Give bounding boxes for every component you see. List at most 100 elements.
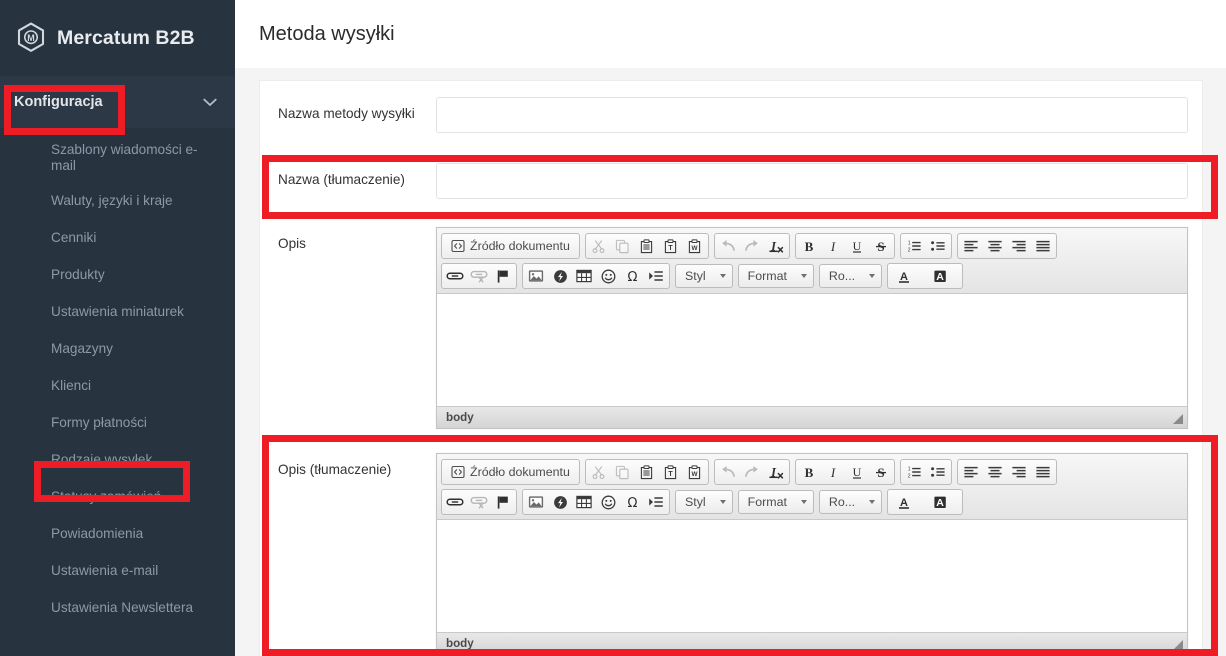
flash-button[interactable]	[548, 265, 572, 287]
toolbar-group-links	[441, 263, 517, 289]
sidebar-group-konfiguracja[interactable]: Konfiguracja	[0, 76, 235, 128]
cut-button-2[interactable]	[587, 461, 611, 483]
flash-button-2[interactable]	[548, 491, 572, 513]
sidebar-item-waluty-jezyki-kraje[interactable]: Waluty, języki i kraje	[0, 182, 235, 219]
font-size-combo[interactable]: Ro...	[818, 264, 883, 288]
align-center-button[interactable]	[983, 235, 1007, 257]
sidebar-item-klienci[interactable]: Klienci	[0, 367, 235, 404]
undo-button-2[interactable]	[716, 461, 740, 483]
sidebar-item-ustawienia-email[interactable]: Ustawienia e-mail	[0, 552, 235, 589]
toolbar2-group-clipboard: T W	[584, 459, 709, 485]
anchor-button[interactable]	[491, 265, 515, 287]
svg-text:U: U	[853, 239, 862, 253]
table-button-2[interactable]	[572, 491, 596, 513]
underline-button-2[interactable]: U	[845, 461, 869, 483]
image-button[interactable]	[524, 265, 548, 287]
align-right-button-2[interactable]	[1007, 461, 1031, 483]
sidebar-item-ustawienia-newslettera[interactable]: Ustawienia Newslettera	[0, 589, 235, 626]
sidebar-item-rodzaje-wysylek[interactable]: Rodzaje wysyłek	[0, 441, 235, 478]
resize-grip-icon[interactable]	[1170, 411, 1184, 425]
svg-text:1: 1	[908, 467, 911, 473]
sidebar-item-ustawienia-miniaturek[interactable]: Ustawienia miniaturek	[0, 293, 235, 330]
strikethrough-button-2[interactable]: S	[869, 461, 893, 483]
align-justify-button-2[interactable]	[1031, 461, 1055, 483]
paste-word-button[interactable]: W	[683, 235, 707, 257]
copy-button-2[interactable]	[611, 461, 635, 483]
redo-button[interactable]	[740, 235, 764, 257]
bold-button-2[interactable]: B	[797, 461, 821, 483]
text-color-button-2[interactable]: A	[889, 491, 925, 513]
sidebar-item-szablony-wiadomosci-email[interactable]: Szablony wiadomości e-mail	[0, 134, 235, 182]
brand[interactable]: M Mercatum B2B	[0, 0, 235, 76]
style-combo-2[interactable]: Styl	[675, 490, 733, 514]
format-combo-2[interactable]: Format	[737, 490, 814, 514]
numbered-list-button[interactable]: 12	[902, 235, 926, 257]
editor-toolbar-opis-tlumaczenie: Źródło dokumentu T W I B I U S 1 2 Ω Sty…	[437, 454, 1187, 520]
sidebar-item-statusy-zamowien[interactable]: Statusy zamówień	[0, 478, 235, 515]
align-center-button-2[interactable]	[983, 461, 1007, 483]
toolbar2-group-colors: A A	[887, 489, 964, 515]
numbered-list-button-2[interactable]: 12	[902, 461, 926, 483]
unlink-button[interactable]	[467, 265, 491, 287]
unlink-button-2[interactable]	[467, 491, 491, 513]
nazwa-tlumaczenie-input[interactable]	[436, 163, 1188, 199]
smiley-button-2[interactable]	[596, 491, 620, 513]
editor-content-opis[interactable]	[437, 294, 1187, 406]
special-char-button[interactable]: Ω	[620, 265, 644, 287]
font-size-combo-2[interactable]: Ro...	[818, 490, 883, 514]
bold-button[interactable]: B	[797, 235, 821, 257]
remove-format-button-2[interactable]: I	[764, 461, 788, 483]
background-color-button[interactable]: A	[925, 265, 961, 287]
italic-button[interactable]: I	[821, 235, 845, 257]
nazwa-metody-input[interactable]	[436, 97, 1188, 133]
svg-text:W: W	[692, 245, 699, 252]
align-justify-button[interactable]	[1031, 235, 1055, 257]
sidebar-item-produkty[interactable]: Produkty	[0, 256, 235, 293]
link-button-2[interactable]	[443, 491, 467, 513]
remove-format-button[interactable]: I	[764, 235, 788, 257]
sidebar-item-cenniki[interactable]: Cenniki	[0, 219, 235, 256]
cut-button[interactable]	[587, 235, 611, 257]
text-color-button[interactable]: A	[889, 265, 925, 287]
smiley-icon	[601, 269, 616, 284]
sidebar-item-powiadomienia[interactable]: Powiadomienia	[0, 515, 235, 552]
align-right-button[interactable]	[1007, 235, 1031, 257]
paste-button-2[interactable]	[635, 461, 659, 483]
paste-button[interactable]	[635, 235, 659, 257]
bulleted-list-button-2[interactable]	[926, 461, 950, 483]
paste-text-button[interactable]: T	[659, 235, 683, 257]
strikethrough-button[interactable]: S	[869, 235, 893, 257]
editor2-toolbar-row-1: Źródło dokumentu T W I B I U S 1 2	[441, 459, 1183, 485]
align-left-button[interactable]	[959, 235, 983, 257]
align-right-icon	[1011, 239, 1027, 253]
source-button-2[interactable]: Źródło dokumentu	[443, 461, 578, 483]
undo-button[interactable]	[716, 235, 740, 257]
table-button[interactable]	[572, 265, 596, 287]
special-char-button-2[interactable]: Ω	[620, 491, 644, 513]
paste-text-button-2[interactable]: T	[659, 461, 683, 483]
underline-button[interactable]: U	[845, 235, 869, 257]
paste-word-button-2[interactable]: W	[683, 461, 707, 483]
align-left-button-2[interactable]	[959, 461, 983, 483]
image-button-2[interactable]	[524, 491, 548, 513]
bulleted-list-button[interactable]	[926, 235, 950, 257]
editor-element-path-2[interactable]: body	[446, 637, 474, 650]
source-button[interactable]: Źródło dokumentu	[443, 235, 578, 257]
redo-button-2[interactable]	[740, 461, 764, 483]
page-break-button[interactable]	[644, 265, 668, 287]
copy-button[interactable]	[611, 235, 635, 257]
editor-content-opis-tlumaczenie[interactable]	[437, 520, 1187, 632]
editor-statusbar-opis: body	[437, 406, 1187, 428]
anchor-button-2[interactable]	[491, 491, 515, 513]
editor-element-path[interactable]: body	[446, 411, 474, 424]
format-combo[interactable]: Format	[737, 264, 814, 288]
background-color-button-2[interactable]: A	[925, 491, 961, 513]
sidebar-item-formy-platnosci[interactable]: Formy płatności	[0, 404, 235, 441]
link-button[interactable]	[443, 265, 467, 287]
smiley-button[interactable]	[596, 265, 620, 287]
sidebar-item-magazyny[interactable]: Magazyny	[0, 330, 235, 367]
page-break-button-2[interactable]	[644, 491, 668, 513]
style-combo[interactable]: Styl	[675, 264, 733, 288]
italic-button-2[interactable]: I	[821, 461, 845, 483]
resize-grip-icon[interactable]	[1170, 637, 1184, 651]
